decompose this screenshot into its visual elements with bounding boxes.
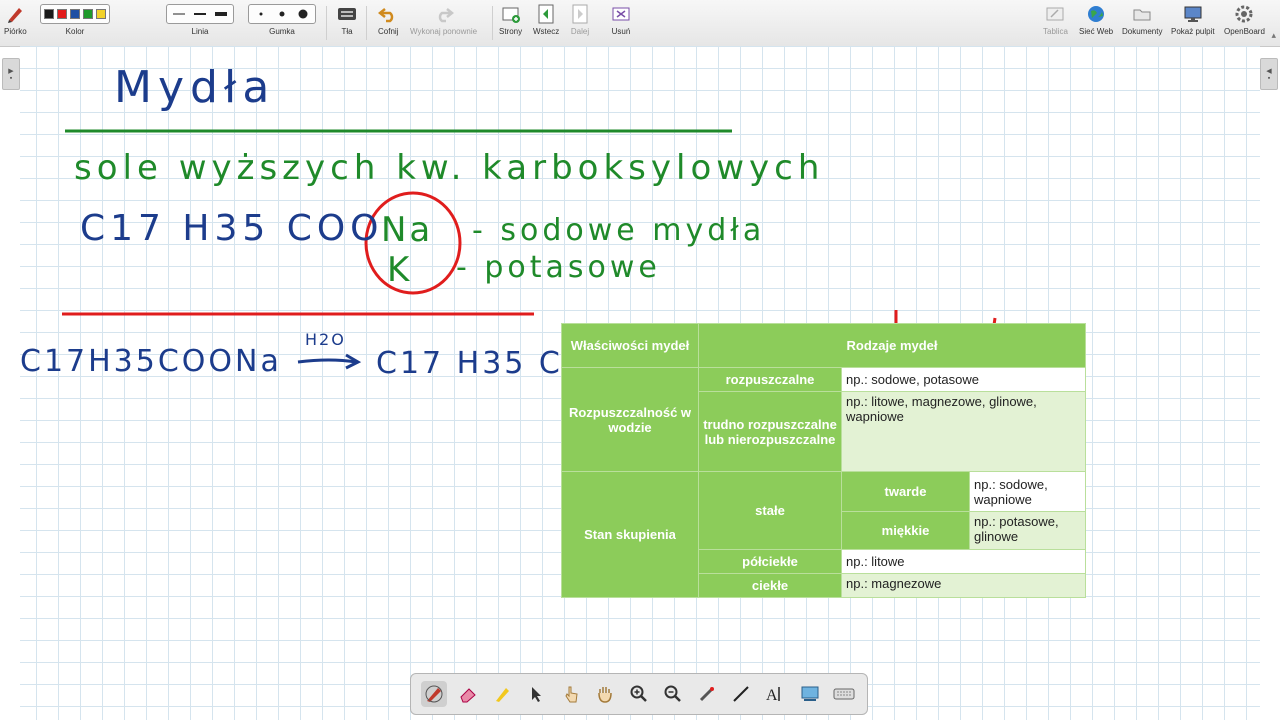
capture-tool-button[interactable] xyxy=(797,681,823,707)
table-cell-soluble: rozpuszczalne xyxy=(698,367,842,392)
handwritten-definition: sole wyższych kw. karboksylowych xyxy=(74,148,825,188)
table-cell-hard-examples: np.: sodowe, wapniowe xyxy=(969,471,1086,512)
handwritten-title: Mydła xyxy=(114,62,276,113)
text-icon: A xyxy=(766,687,781,704)
pointer-icon xyxy=(532,687,542,702)
table-cell-hard: twarde xyxy=(841,471,970,512)
highlighter-tool-button[interactable] xyxy=(489,681,515,707)
line-tool-button[interactable] xyxy=(728,681,754,707)
handwritten-potassium-soap: - potasowe xyxy=(456,250,661,285)
text-tool-button[interactable]: A xyxy=(762,681,788,707)
zoom-out-icon xyxy=(664,685,681,702)
eraser-icon xyxy=(460,688,476,703)
pen-tool-button[interactable] xyxy=(421,681,448,707)
capture-icon xyxy=(801,686,819,701)
table-cell-insoluble-examples: np.: litowe, magnezowe, glinowe, wapniow… xyxy=(841,391,1086,472)
laser-icon xyxy=(700,687,715,702)
zoom-in-icon xyxy=(630,685,647,702)
handwritten-formula: C17 H35 COO xyxy=(80,208,384,249)
svg-text:A: A xyxy=(766,687,778,704)
select-tool-button[interactable] xyxy=(523,681,549,707)
keyboard-icon xyxy=(833,688,855,700)
table-cell-solubility: Rozpuszczalność w wodzie xyxy=(561,367,699,472)
table-cell-soft-examples: np.: potasowe, glinowe xyxy=(969,511,1086,550)
pan-icon xyxy=(598,687,612,703)
play-tool-button[interactable] xyxy=(558,681,584,707)
handwritten-sodium-soap: - sodowe mydła xyxy=(472,213,766,248)
zoom-in-button[interactable] xyxy=(626,681,652,707)
handwritten-sodium: Na xyxy=(381,210,434,250)
table-cell-soft: miękkie xyxy=(841,511,970,550)
reaction-arrow xyxy=(297,358,357,364)
table-cell-liquid: ciekłe xyxy=(698,573,842,598)
table-cell-semi-liquid: półciekłe xyxy=(698,549,842,574)
tool-palette: A xyxy=(410,673,868,715)
line-icon xyxy=(733,686,750,702)
virtual-keyboard-button[interactable] xyxy=(831,681,857,707)
handwritten-potassium: K xyxy=(387,250,413,290)
hand-pointer-icon xyxy=(565,686,578,703)
table-header-properties: Właściwości mydeł xyxy=(561,323,699,368)
handwritten-water: H2O xyxy=(305,330,346,349)
hand-tool-button[interactable] xyxy=(592,681,618,707)
handwritten-reaction-left: C17H35COONa xyxy=(20,344,282,379)
table-cell-semi-liquid-examples: np.: litowe xyxy=(841,549,1086,574)
table-cell-soluble-examples: np.: sodowe, potasowe xyxy=(841,367,1086,392)
table-cell-insoluble: trudno rozpuszczalne lub nierozpuszczaln… xyxy=(698,391,842,472)
laser-pointer-button[interactable] xyxy=(694,681,720,707)
highlighter-icon xyxy=(496,688,510,702)
table-cell-liquid-examples: np.: magnezowe xyxy=(841,573,1086,598)
pen-icon xyxy=(425,685,443,703)
zoom-out-button[interactable] xyxy=(660,681,686,707)
eraser-tool-button[interactable] xyxy=(455,681,481,707)
table-cell-solid: stałe xyxy=(698,471,842,550)
soap-properties-table[interactable]: Właściwości mydeł Rodzaje mydeł Rozpuszc… xyxy=(561,323,1086,598)
table-header-types: Rodzaje mydeł xyxy=(698,323,1086,368)
table-cell-state: Stan skupienia xyxy=(561,471,699,598)
